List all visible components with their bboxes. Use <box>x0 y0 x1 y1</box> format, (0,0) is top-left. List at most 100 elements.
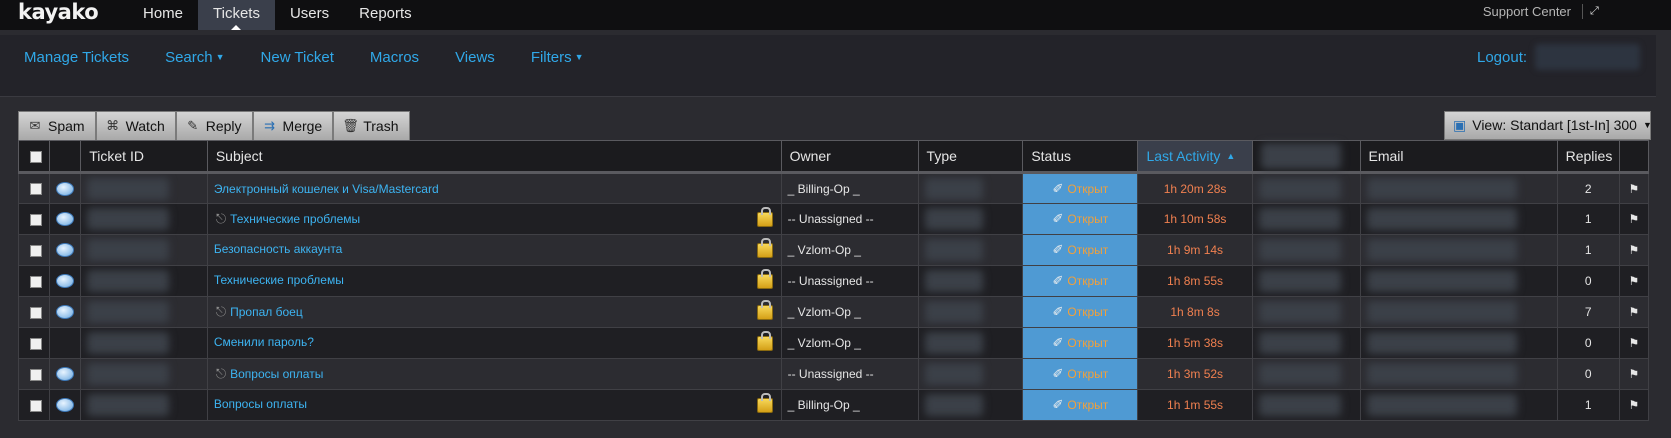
row-checkbox-cell[interactable] <box>17 234 51 266</box>
column-status[interactable]: Status <box>1022 140 1139 174</box>
column-subject[interactable]: Subject <box>206 140 782 174</box>
flag-cell[interactable]: ⚑ <box>1618 265 1650 297</box>
column-last-activity[interactable]: Last Activity ▲ <box>1137 140 1253 174</box>
row-checkbox-cell[interactable] <box>17 172 51 204</box>
row-checkbox-cell[interactable] <box>17 203 51 235</box>
flag-icon[interactable]: ⚑ <box>1629 182 1640 196</box>
ticket-id-cell[interactable] <box>80 203 208 235</box>
spam-button[interactable]: ✉ Spam <box>18 111 96 140</box>
flag-cell[interactable]: ⚑ <box>1618 327 1650 359</box>
ticket-id-cell[interactable] <box>80 265 208 297</box>
table-row[interactable]: ⎋ Пропал боец _ Vzlom-Op _ ✐ Открыт 1h 8m … <box>17 296 1650 328</box>
row-checkbox[interactable] <box>30 183 42 196</box>
row-checkbox-cell[interactable] <box>17 327 51 359</box>
table-row[interactable]: Электронный кошелек и Visa/Mastercard _ … <box>17 172 1650 204</box>
flag-icon[interactable]: ⚑ <box>1629 212 1640 226</box>
column-owner[interactable]: Owner <box>780 140 919 174</box>
reply-button[interactable]: ✎ Reply <box>175 111 253 140</box>
last-activity-cell: 1h 9m 14s <box>1137 234 1253 266</box>
table-row[interactable]: Сменили пароль? _ Vzlom-Op _ ✐ Открыт 1h … <box>17 327 1650 359</box>
row-checkbox[interactable] <box>30 213 42 226</box>
flag-icon[interactable]: ⚑ <box>1629 305 1640 319</box>
subject-link[interactable]: Технические проблемы <box>214 273 344 287</box>
subject-link[interactable]: Сменили пароль? <box>214 335 314 349</box>
views-link[interactable]: Views <box>431 49 507 66</box>
replies-cell: 0 <box>1556 358 1620 390</box>
subject-link[interactable]: Технические проблемы <box>230 212 360 226</box>
select-all-checkbox-cell[interactable] <box>17 140 51 174</box>
column-replies[interactable]: Replies <box>1556 140 1620 174</box>
view-selector-button[interactable]: ▣ View: Standart [1st-In] 300 ▼ <box>1444 111 1651 140</box>
row-checkbox[interactable] <box>30 244 42 257</box>
table-row[interactable]: Технические проблемы -- Unassigned -- ✐ О… <box>17 265 1650 297</box>
owner-cell: _ Vzlom-Op _ <box>780 327 919 359</box>
ticket-id-cell[interactable] <box>80 234 208 266</box>
select-all-checkbox[interactable] <box>30 151 42 164</box>
subject-link[interactable]: Вопросы оплаты <box>214 397 307 411</box>
trash-button[interactable]: 🗑 Trash <box>333 111 410 140</box>
flag-cell[interactable]: ⚑ <box>1618 172 1650 204</box>
status-label: Открыт <box>1067 398 1109 412</box>
ticket-action-toolbar: ✉ Spam ⌘ Watch ✎ Reply ⇉ Merge 🗑 Trash <box>18 111 410 140</box>
flag-icon[interactable]: ⚑ <box>1629 398 1640 412</box>
ticket-id-cell[interactable] <box>80 327 208 359</box>
table-row[interactable]: ⎋ Вопросы оплаты -- Unassigned -- ✐ Открыт… <box>17 358 1650 390</box>
flag-icon[interactable]: ⚑ <box>1629 336 1640 350</box>
column-email[interactable]: Email <box>1359 140 1558 174</box>
nav-tickets[interactable]: Tickets <box>198 0 275 30</box>
subject-link[interactable]: Вопросы оплаты <box>230 367 323 381</box>
ticket-id-cell[interactable] <box>80 389 208 421</box>
row-checkbox[interactable] <box>30 399 42 412</box>
table-row[interactable]: Безопасность аккаунта _ Vzlom-Op _ ✐ Откр… <box>17 234 1650 266</box>
status-label: Открыт <box>1067 212 1109 226</box>
nav-home[interactable]: Home <box>128 0 198 30</box>
subject-link[interactable]: Электронный кошелек и Visa/Mastercard <box>214 182 439 196</box>
search-menu[interactable]: Search ▼ <box>141 49 236 66</box>
support-center-link[interactable]: Support Center <box>1483 4 1571 19</box>
merge-button[interactable]: ⇉ Merge <box>252 111 334 140</box>
row-checkbox[interactable] <box>30 337 42 350</box>
status-label: Открыт <box>1067 243 1109 257</box>
redacted-value <box>1258 332 1341 354</box>
paperclip-icon: ⎋ <box>215 366 227 381</box>
flag-cell[interactable]: ⚑ <box>1618 389 1650 421</box>
watch-button[interactable]: ⌘ Watch <box>95 111 176 140</box>
nav-reports[interactable]: Reports <box>344 0 427 30</box>
subject-link[interactable]: Безопасность аккаунта <box>214 242 343 256</box>
flag-icon[interactable]: ⚑ <box>1629 243 1640 257</box>
email-cell <box>1359 389 1558 421</box>
ticket-id-cell[interactable] <box>80 296 208 328</box>
row-checkbox[interactable] <box>30 368 42 381</box>
flag-icon[interactable]: ⚑ <box>1629 367 1640 381</box>
redacted-cell <box>1251 327 1361 359</box>
flag-icon[interactable]: ⚑ <box>1629 274 1640 288</box>
row-checkbox[interactable] <box>30 275 42 288</box>
row-checkbox[interactable] <box>30 306 42 319</box>
ticket-id-cell[interactable] <box>80 358 208 390</box>
logout-link[interactable]: Logout: <box>1477 49 1527 66</box>
flag-cell[interactable]: ⚑ <box>1618 358 1650 390</box>
table-row[interactable]: Вопросы оплаты _ Billing-Op _ ✐ Открыт 1h… <box>17 389 1650 421</box>
column-ticket-id[interactable]: Ticket ID <box>80 140 208 174</box>
subject-link[interactable]: Пропал боец <box>230 305 303 319</box>
row-checkbox-cell[interactable] <box>17 265 51 297</box>
macros-link[interactable]: Macros <box>346 49 431 66</box>
email-redacted <box>1366 363 1517 385</box>
expand-icon[interactable]: ⤢ <box>1590 6 1601 17</box>
manage-tickets-link[interactable]: Manage Tickets <box>0 49 141 66</box>
flag-cell[interactable]: ⚑ <box>1618 203 1650 235</box>
paperclip-icon: ⎋ <box>215 304 227 319</box>
kayako-logo[interactable]: kayako <box>18 0 99 26</box>
column-type[interactable]: Type <box>917 140 1024 174</box>
type-cell <box>917 389 1024 421</box>
nav-users[interactable]: Users <box>275 0 344 30</box>
row-checkbox-cell[interactable] <box>17 358 51 390</box>
new-ticket-link[interactable]: New Ticket <box>237 49 346 66</box>
table-row[interactable]: ⎋ Технические проблемы -- Unassigned -- ✐… <box>17 203 1650 235</box>
row-checkbox-cell[interactable] <box>17 296 51 328</box>
flag-cell[interactable]: ⚑ <box>1618 234 1650 266</box>
flag-cell[interactable]: ⚑ <box>1618 296 1650 328</box>
filters-menu[interactable]: Filters ▼ <box>507 49 596 66</box>
row-checkbox-cell[interactable] <box>17 389 51 421</box>
ticket-id-cell[interactable] <box>80 172 208 204</box>
